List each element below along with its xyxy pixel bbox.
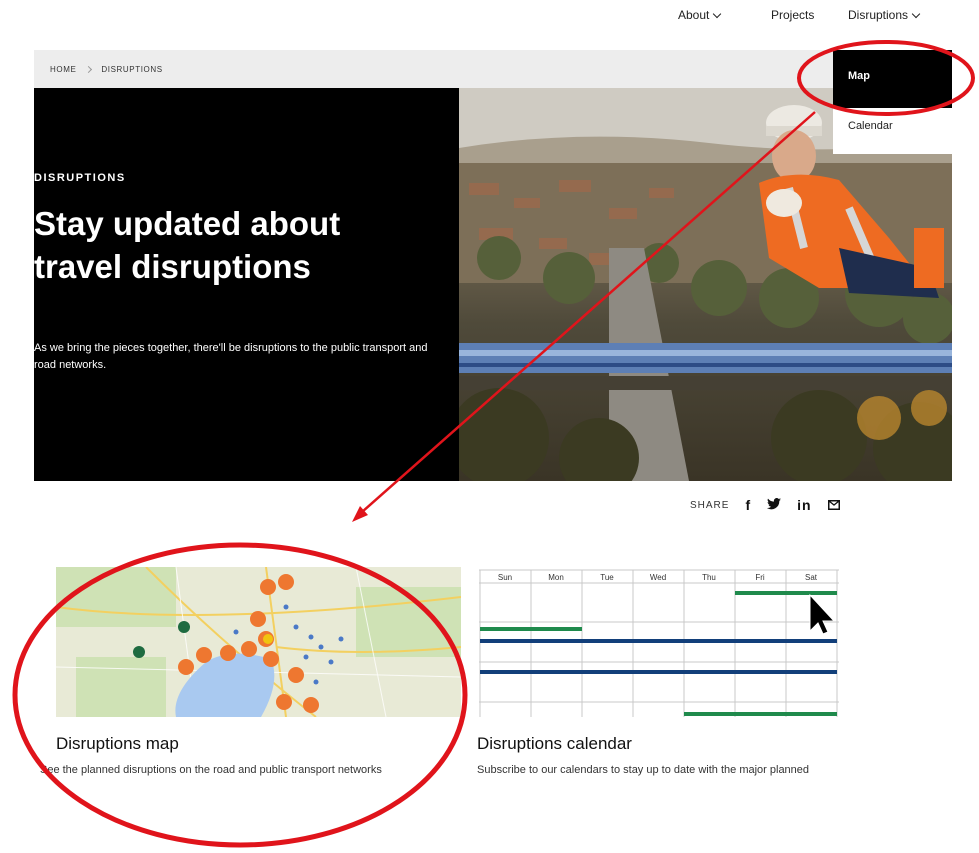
calendar-day-fri: Fri bbox=[755, 573, 765, 582]
facebook-icon[interactable]: f bbox=[745, 497, 751, 513]
share-label: SHARE bbox=[690, 499, 730, 511]
top-navigation: About Projects Disruptions bbox=[0, 0, 979, 44]
nav-about-label: About bbox=[678, 8, 710, 22]
hero-description: As we bring the pieces together, there'l… bbox=[34, 342, 428, 371]
disruptions-map-title[interactable]: Disruptions map bbox=[56, 734, 179, 754]
disruptions-calendar-thumbnail[interactable]: Sun Mon Tue Wed Thu Fri Sat bbox=[479, 567, 839, 717]
hero-kicker: DISRUPTIONS bbox=[34, 172, 126, 184]
disruptions-dropdown-menu: Map Calendar bbox=[833, 50, 952, 154]
nav-disruptions-label: Disruptions bbox=[848, 8, 909, 22]
chevron-right-icon bbox=[85, 65, 93, 73]
calendar-day-thu: Thu bbox=[702, 573, 716, 582]
nav-projects-label: Projects bbox=[771, 8, 815, 22]
map-illustration bbox=[56, 567, 461, 717]
disruptions-calendar-title[interactable]: Disruptions calendar bbox=[477, 734, 632, 754]
dropdown-item-map[interactable]: Map bbox=[833, 50, 952, 108]
hero-headline: Stay updated about travel disruptions bbox=[34, 205, 341, 285]
calendar-day-sun: Sun bbox=[498, 573, 512, 582]
calendar-day-tue: Tue bbox=[600, 573, 614, 582]
nav-disruptions[interactable]: Disruptions bbox=[848, 8, 921, 22]
breadcrumb-current: DISRUPTIONS bbox=[101, 64, 163, 74]
calendar-day-mon: Mon bbox=[548, 573, 564, 582]
dropdown-item-calendar[interactable]: Calendar bbox=[833, 108, 952, 154]
linkedin-icon[interactable]: in bbox=[797, 497, 811, 513]
hero-panel: DISRUPTIONS Stay updated about travel di… bbox=[34, 88, 459, 481]
breadcrumb: HOME DISRUPTIONS bbox=[34, 50, 952, 88]
chevron-down-icon bbox=[713, 9, 722, 18]
share-bar: SHARE f in bbox=[690, 497, 840, 513]
calendar-day-wed: Wed bbox=[650, 573, 666, 582]
disruptions-map-thumbnail[interactable] bbox=[56, 567, 461, 717]
arrow-head-icon bbox=[352, 506, 368, 522]
chevron-down-icon bbox=[911, 9, 921, 18]
calendar-day-sat: Sat bbox=[805, 573, 818, 582]
email-icon[interactable] bbox=[827, 497, 840, 513]
twitter-icon[interactable] bbox=[767, 497, 782, 513]
disruptions-calendar-description: Subscribe to our calendars to stay up to… bbox=[477, 764, 810, 776]
nav-projects[interactable]: Projects bbox=[771, 8, 814, 22]
breadcrumb-home[interactable]: HOME bbox=[50, 65, 76, 74]
nav-about[interactable]: About bbox=[678, 8, 722, 22]
calendar-illustration: Sun Mon Tue Wed Thu Fri Sat bbox=[479, 567, 839, 717]
disruptions-map-description: See the planned disruptions on the road … bbox=[40, 764, 382, 776]
